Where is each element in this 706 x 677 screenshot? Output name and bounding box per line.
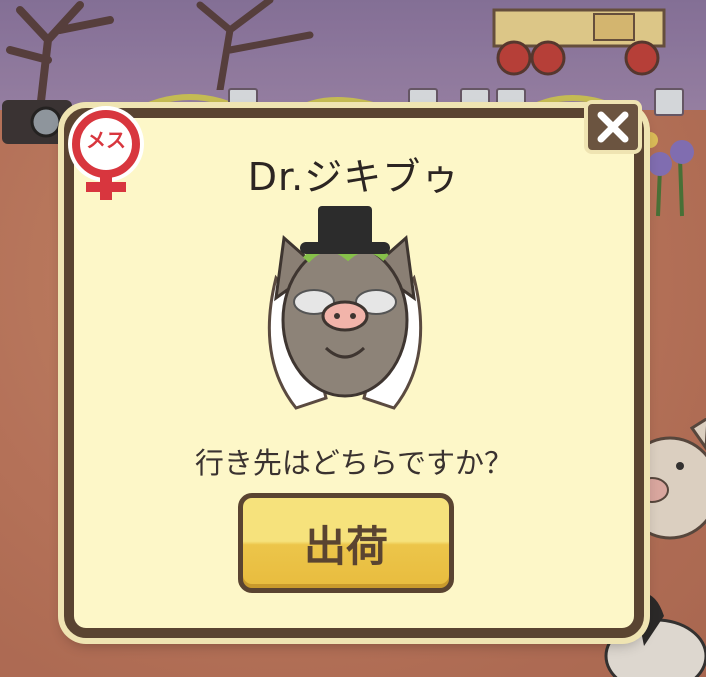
- close-icon: [597, 111, 629, 143]
- pig-portrait: [267, 206, 423, 410]
- ship-button[interactable]: 出荷: [238, 493, 454, 593]
- pig-name: Dr.ジキブゥ: [247, 155, 461, 199]
- destination-question: 行き先はどちらですか？: [194, 446, 514, 480]
- ship-button-label: 出荷: [303, 521, 388, 571]
